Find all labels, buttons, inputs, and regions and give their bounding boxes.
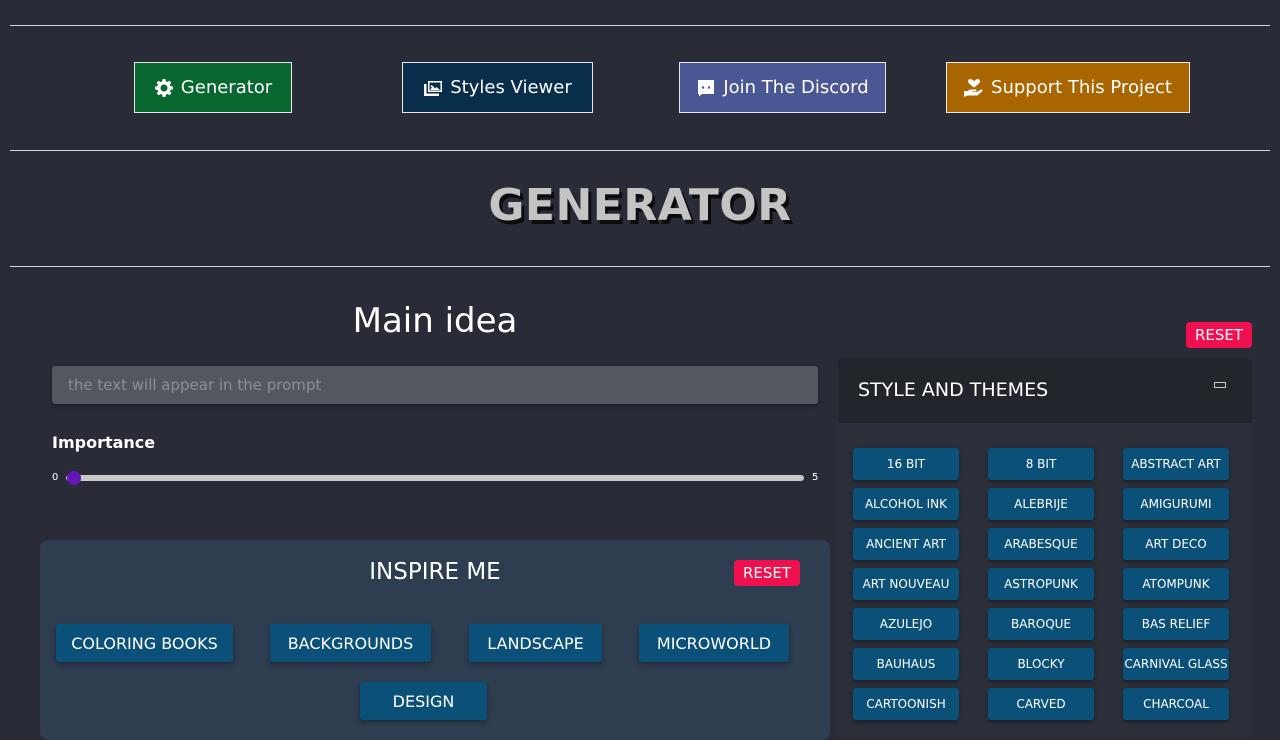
support-nav-button[interactable]: Support This Project	[946, 62, 1190, 113]
style-chip[interactable]: BAROQUE	[988, 608, 1094, 640]
style-chip[interactable]: AMIGURUMI	[1123, 488, 1229, 520]
inspire-coloring-books-button[interactable]: COLORING BOOKS	[56, 624, 233, 662]
nav-divider	[10, 150, 1270, 151]
gear-icon	[154, 78, 173, 97]
style-chip[interactable]: BAUHAUS	[853, 648, 959, 680]
style-chip[interactable]: CARVED	[988, 688, 1094, 720]
inspire-backgrounds-button[interactable]: BACKGROUNDS	[270, 624, 431, 662]
style-chip[interactable]: 8 BIT	[988, 448, 1094, 480]
hand-holding-heart-icon	[964, 78, 983, 97]
style-chip[interactable]: CHARCOAL	[1123, 688, 1229, 720]
main-idea-heading: Main idea	[352, 301, 518, 341]
inspire-reset-button[interactable]: RESET	[734, 560, 800, 586]
style-chip[interactable]: ART NOUVEAU	[853, 568, 959, 600]
style-chip[interactable]: BLOCKY	[988, 648, 1094, 680]
slider-min-label: 0	[52, 472, 59, 483]
generator-nav-label: Generator	[180, 77, 273, 98]
inspire-landscape-button[interactable]: LANDSCAPE	[469, 624, 602, 662]
discord-icon	[698, 79, 715, 96]
styles-viewer-nav-label: Styles Viewer	[450, 77, 572, 98]
collapse-icon[interactable]	[1214, 382, 1226, 388]
discord-nav-button[interactable]: Join The Discord	[679, 62, 886, 113]
page-title: GENERATOR	[488, 180, 792, 231]
style-chip[interactable]: BAS RELIEF	[1123, 608, 1229, 640]
images-icon	[424, 80, 443, 96]
style-chip[interactable]: ARABESQUE	[988, 528, 1094, 560]
main-idea-input[interactable]	[52, 366, 818, 404]
generator-nav-button[interactable]: Generator	[134, 62, 292, 113]
discord-nav-label: Join The Discord	[723, 77, 869, 98]
importance-label: Importance	[52, 433, 156, 452]
support-nav-label: Support This Project	[991, 77, 1172, 98]
importance-slider[interactable]	[66, 475, 804, 481]
style-chip[interactable]: CARNIVAL GLASS	[1123, 648, 1229, 680]
style-chip[interactable]: ART DECO	[1123, 528, 1229, 560]
inspire-title: INSPIRE ME	[369, 559, 501, 585]
style-chip[interactable]: CARTOONISH	[853, 688, 959, 720]
styles-reset-button[interactable]: RESET	[1186, 322, 1252, 348]
slider-max-label: 5	[812, 472, 819, 483]
inspire-microworld-button[interactable]: MICROWORLD	[639, 624, 789, 662]
top-divider	[10, 25, 1270, 26]
style-chip[interactable]: ALCOHOL INK	[853, 488, 959, 520]
style-chip[interactable]: ASTROPUNK	[988, 568, 1094, 600]
style-chip[interactable]: ANCIENT ART	[853, 528, 959, 560]
styles-viewer-nav-button[interactable]: Styles Viewer	[402, 62, 593, 113]
title-divider	[10, 266, 1270, 267]
style-chip[interactable]: AZULEJO	[853, 608, 959, 640]
style-chip[interactable]: 16 BIT	[853, 448, 959, 480]
inspire-design-button[interactable]: DESIGN	[360, 682, 487, 720]
style-chip[interactable]: ALEBRIJE	[988, 488, 1094, 520]
style-chip[interactable]: ATOMPUNK	[1123, 568, 1229, 600]
style-chip[interactable]: ABSTRACT ART	[1123, 448, 1229, 480]
importance-slider-thumb[interactable]	[67, 471, 81, 485]
style-themes-title: STYLE AND THEMES	[858, 379, 1049, 401]
